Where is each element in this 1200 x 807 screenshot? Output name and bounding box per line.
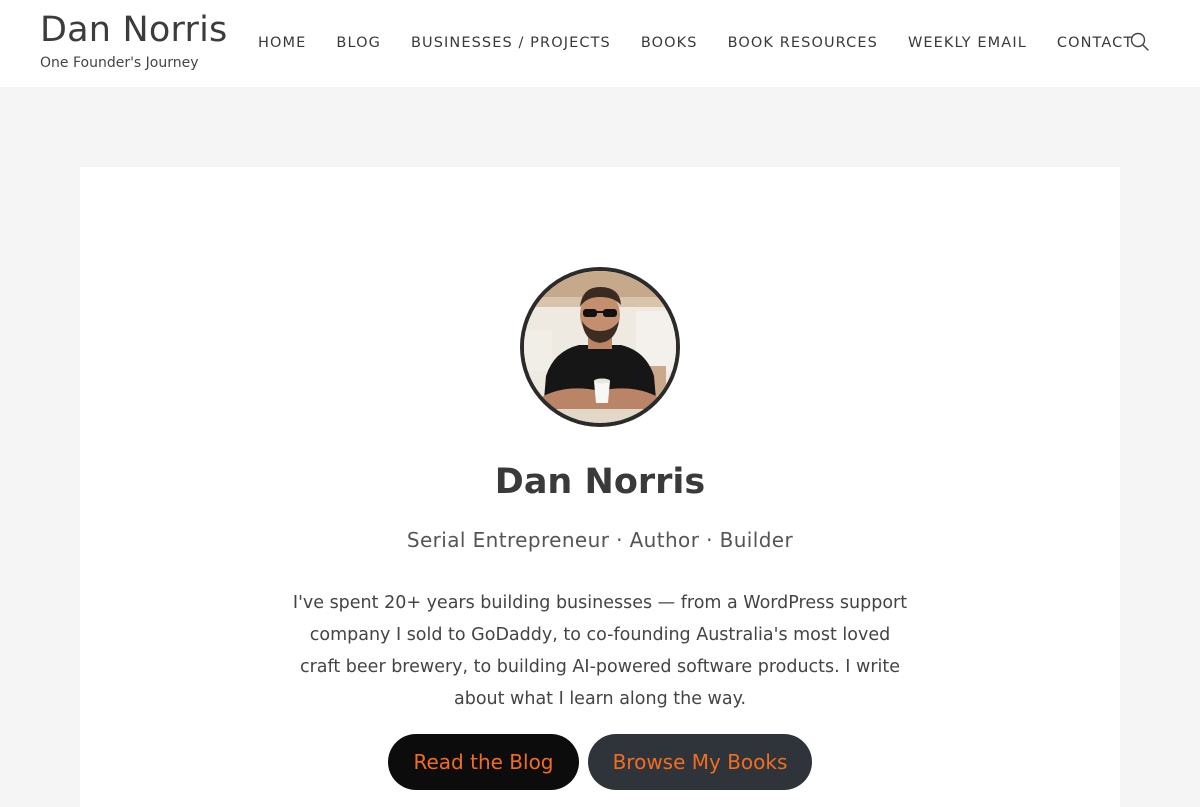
brand: Dan Norris One Founder's Journey (40, 8, 227, 72)
hero-roles: Serial Entrepreneur · Author · Builder (406, 528, 794, 552)
hero-bio: I've spent 20+ years building businesses… (292, 593, 908, 709)
read-blog-button[interactable]: Read the Blog (388, 734, 579, 790)
profile-avatar (520, 267, 680, 427)
nav-item-weekly-email[interactable]: WEEKLY EMAIL (908, 35, 1027, 51)
main-nav: HOME BLOG BUSINESSES / PROJECTS BOOKS BO… (258, 32, 1133, 54)
site-header: Dan Norris One Founder's Journey HOME BL… (0, 0, 1200, 87)
site-tagline: One Founder's Journey (40, 55, 199, 71)
site-title[interactable]: Dan Norris (40, 8, 227, 52)
hero-card: Dan Norris Serial Entrepreneur · Author … (80, 167, 1120, 807)
browse-books-button[interactable]: Browse My Books (588, 734, 812, 790)
nav-item-businesses-projects[interactable]: BUSINESSES / PROJECTS (411, 35, 611, 51)
nav-item-contact[interactable]: CONTACT (1057, 35, 1133, 51)
search-icon[interactable] (1128, 30, 1152, 54)
nav-item-books[interactable]: BOOKS (641, 35, 698, 51)
nav-item-book-resources[interactable]: BOOK RESOURCES (728, 35, 878, 51)
hero-name: Dan Norris (494, 462, 706, 502)
nav-item-home[interactable]: HOME (258, 35, 306, 51)
nav-item-blog[interactable]: BLOG (336, 35, 381, 51)
